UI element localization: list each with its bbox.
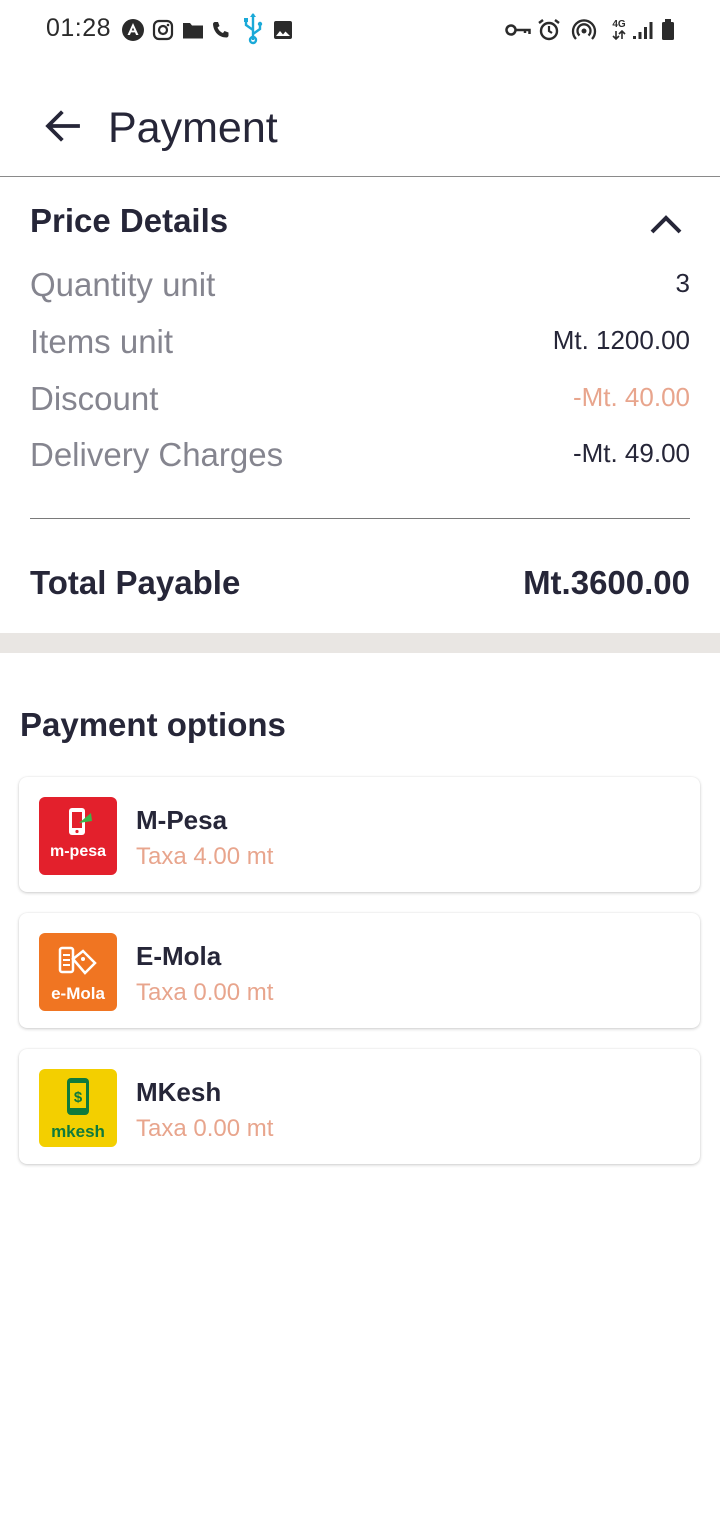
payment-option-name: E-Mola — [136, 941, 222, 971]
price-details-section: Price Details Quantity unit 3 Items unit… — [0, 178, 720, 633]
phone-icon — [211, 18, 231, 42]
price-row-value: -Mt. 40.00 — [572, 382, 690, 412]
mpesa-logo-icon: m-pesa — [39, 797, 117, 875]
vpn-key-icon — [505, 18, 531, 42]
signal-icon — [632, 18, 654, 42]
angular-icon — [121, 18, 145, 42]
payment-option-emola[interactable]: e-Mola E-Mola Taxa 0.00 mt — [19, 913, 700, 1028]
payment-options-title: Payment options — [20, 706, 286, 743]
emola-logo-text: e-Mola — [51, 984, 105, 1003]
price-row-label: Discount — [30, 380, 159, 417]
price-row-label: Items unit — [30, 323, 174, 360]
payment-option-fee: Taxa 0.00 mt — [136, 979, 274, 1006]
instagram-icon — [152, 18, 174, 42]
payment-option-mkesh[interactable]: $ mkesh MKesh Taxa 0.00 mt — [19, 1049, 700, 1164]
network-4g-icon: 4G — [610, 18, 628, 42]
mkesh-logo-text: mkesh — [51, 1122, 105, 1141]
total-payable-value: Mt.3600.00 — [523, 564, 690, 601]
price-divider — [30, 518, 690, 519]
image-icon — [273, 18, 293, 42]
alarm-icon — [537, 18, 561, 42]
payment-screen: 01:28 4G Payment Price Details Quantity … — [0, 0, 720, 1520]
svg-text:$: $ — [74, 1089, 83, 1106]
payment-option-name: MKesh — [136, 1077, 222, 1107]
price-row-value: -Mt. 49.00 — [572, 438, 690, 468]
page-title: Payment — [108, 104, 278, 152]
back-button[interactable] — [38, 104, 86, 152]
payment-option-fee: Taxa 0.00 mt — [136, 1115, 274, 1142]
collapse-button[interactable] — [640, 206, 692, 246]
emola-logo-icon: e-Mola — [39, 933, 117, 1011]
folder-icon — [182, 18, 204, 42]
price-details-title: Price Details — [30, 202, 229, 239]
usb-icon — [241, 12, 265, 46]
total-payable-label: Total Payable — [30, 564, 241, 601]
price-row-quantity: Quantity unit 3 — [30, 266, 690, 310]
price-row-discount: Discount -Mt. 40.00 — [30, 380, 690, 424]
mpesa-logo-text: m-pesa — [50, 843, 106, 860]
price-row-label: Quantity unit — [30, 266, 216, 303]
status-bar: 01:28 4G — [0, 0, 720, 60]
app-bar: Payment — [0, 60, 720, 177]
price-row-value: Mt. 1200.00 — [552, 325, 690, 355]
section-separator — [0, 633, 720, 653]
payment-option-name: M-Pesa — [136, 805, 228, 835]
payment-option-mpesa[interactable]: m-pesa M-Pesa Taxa 4.00 mt — [19, 777, 700, 892]
price-row-value: 3 — [675, 268, 690, 298]
price-row-label: Delivery Charges — [30, 436, 284, 473]
battery-icon — [660, 18, 676, 42]
arrow-left-icon — [44, 109, 80, 147]
price-row-items: Items unit Mt. 1200.00 — [30, 323, 690, 367]
hotspot-icon — [571, 18, 597, 42]
network-label: 4G — [612, 19, 626, 30]
price-row-delivery: Delivery Charges -Mt. 49.00 — [30, 436, 690, 480]
mkesh-logo-icon: $ mkesh — [39, 1069, 117, 1147]
chevron-up-icon — [649, 213, 683, 240]
payment-option-fee: Taxa 4.00 mt — [136, 843, 274, 870]
status-time: 01:28 — [46, 14, 112, 42]
